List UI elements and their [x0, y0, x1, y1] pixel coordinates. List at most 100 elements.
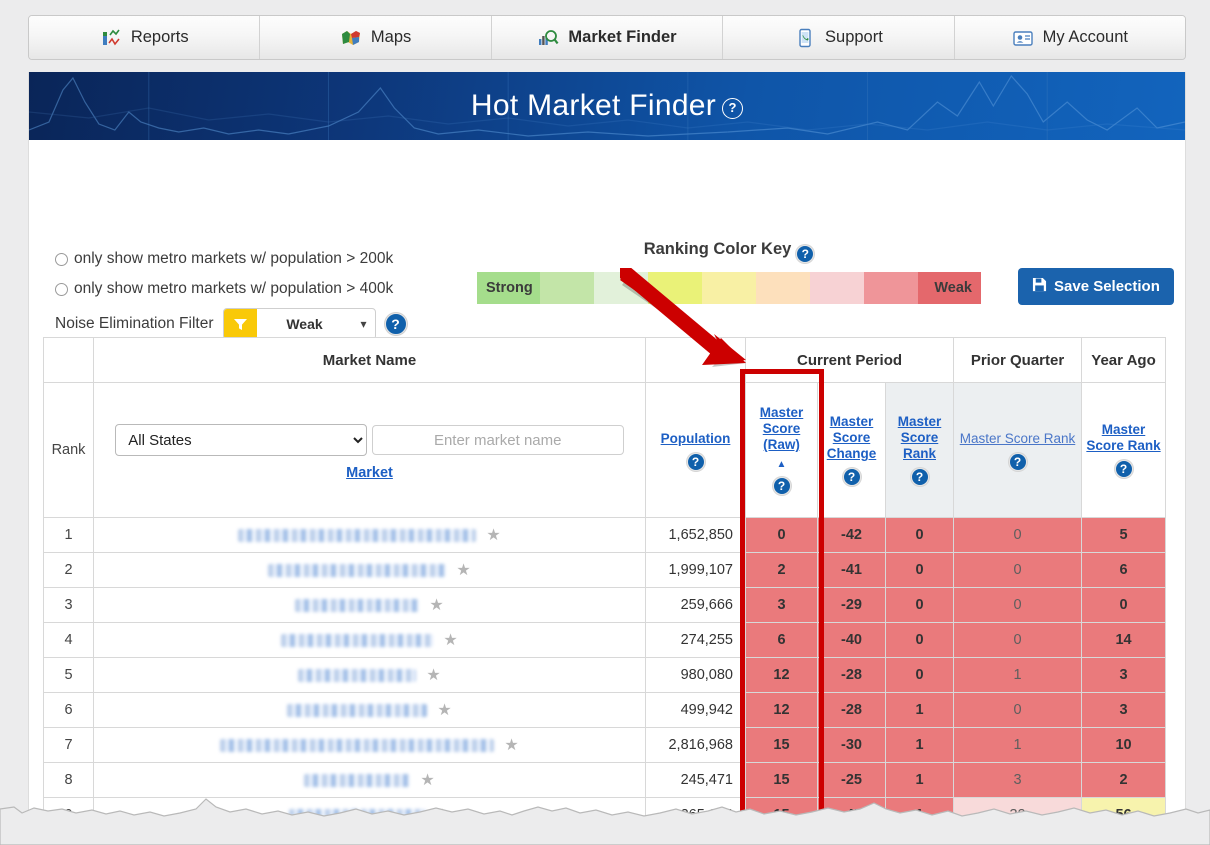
- redacted-market-name[interactable]: [298, 669, 417, 682]
- favorite-star-icon[interactable]: ★: [443, 632, 457, 649]
- markets-table: Market Name Current Period Prior Quarter…: [43, 337, 1167, 845]
- group-prior-quarter: Prior Quarter: [953, 337, 1083, 383]
- main-nav-tabs: Reports Maps Market Finder Support My Ac…: [28, 15, 1186, 60]
- favorite-star-icon[interactable]: ★: [504, 737, 518, 754]
- nav-tab-support[interactable]: Support: [723, 16, 955, 59]
- market-name-input[interactable]: [371, 425, 624, 455]
- filter-population-200k[interactable]: only show metro markets w/ population > …: [55, 250, 393, 268]
- table-row[interactable]: 8 ★ 245,471 15 -25 1 3 2: [43, 762, 1167, 798]
- favorite-star-icon[interactable]: ★: [486, 527, 500, 544]
- table-head: Market Name Current Period Prior Quarter…: [43, 337, 1167, 518]
- cell-master-score-change: -41: [817, 552, 886, 588]
- cell-master-score-raw: 2: [745, 552, 818, 588]
- banner-help-icon[interactable]: ?: [722, 98, 744, 119]
- noise-filter-select[interactable]: Weak ▾: [222, 308, 376, 340]
- master-score-rank-yearago-sort-link[interactable]: Master Score Rank: [1084, 422, 1163, 454]
- cell-market-name: ★: [93, 587, 646, 623]
- master-score-raw-help-icon[interactable]: ?: [772, 477, 791, 495]
- radio-400k[interactable]: [55, 282, 68, 296]
- cell-market-name: ★: [93, 832, 646, 845]
- cell-master-score-rank-current: 0: [884, 552, 955, 588]
- cell-master-score-rank-current: 0: [884, 587, 955, 623]
- table-row[interactable]: 1 ★ 1,652,850 0 -42 0 0 5: [43, 517, 1167, 553]
- nav-tab-market-finder[interactable]: Market Finder: [491, 16, 724, 59]
- app-window: Reports Maps Market Finder Support My Ac…: [0, 0, 1210, 845]
- cell-master-score-rank-current: 1: [884, 797, 955, 833]
- favorite-star-icon[interactable]: ★: [420, 772, 434, 789]
- table-row[interactable]: 7 ★ 2,816,968 15 -30 1 1 10: [43, 727, 1167, 763]
- cell-rank: 9: [43, 797, 94, 833]
- cell-master-score-raw: 12: [745, 692, 818, 728]
- chevron-down-icon[interactable]: ▾: [353, 317, 375, 331]
- master-score-change-sort-link[interactable]: Master Score Change: [820, 414, 883, 462]
- table-row[interactable]: 9 ★ 265,024 15 -45 1 32 56: [43, 797, 1167, 833]
- redacted-market-name[interactable]: [281, 634, 434, 647]
- table-row[interactable]: 5 ★ 980,080 12 -28 0 1 3: [43, 657, 1167, 693]
- population-help-icon[interactable]: ?: [686, 452, 705, 471]
- redacted-market-name[interactable]: [220, 739, 495, 752]
- table-row[interactable]: 2 ★ 1,999,107 2 -41 0 0 6: [43, 552, 1167, 588]
- master-score-rank-prior-sort-link[interactable]: Master Score Rank: [960, 431, 1076, 447]
- market-link[interactable]: Market: [94, 465, 645, 481]
- cell-population: 259,666: [645, 587, 746, 623]
- table-body: 1 ★ 1,652,850 0 -42 0 0 5 2 ★ 1,999,107 2 -41 0 0 6 3 ★ 25…: [43, 517, 1167, 845]
- favorite-star-icon[interactable]: ★: [456, 562, 470, 579]
- cell-market-name: ★: [93, 727, 646, 763]
- favorite-star-icon[interactable]: ★: [437, 702, 451, 719]
- color-key-help-icon[interactable]: ?: [796, 245, 815, 263]
- cell-market-name: ★: [93, 622, 646, 658]
- redacted-market-name[interactable]: [295, 599, 420, 612]
- cell-rank: 1: [43, 517, 94, 553]
- master-score-raw-sort-link[interactable]: Master Score (Raw): [748, 405, 815, 453]
- nav-tab-maps[interactable]: Maps: [260, 16, 492, 59]
- us-map-icon: [340, 27, 362, 49]
- redacted-market-name[interactable]: [238, 529, 477, 542]
- master-score-rank-current-help-icon[interactable]: ?: [910, 468, 929, 486]
- cell-market-name: ★: [93, 517, 646, 553]
- favorite-star-icon[interactable]: ★: [426, 667, 440, 684]
- funnel-icon: [223, 309, 257, 339]
- color-key-swatch: Weak: [918, 272, 981, 304]
- nav-tab-reports[interactable]: Reports: [29, 16, 261, 59]
- group-blank-population: [645, 337, 746, 383]
- redacted-market-name[interactable]: [268, 564, 447, 577]
- master-score-rank-current-sort-link[interactable]: Master Score Rank: [888, 414, 951, 462]
- cell-market-name: ★: [93, 797, 646, 833]
- cell-master-score-raw: 3: [745, 587, 818, 623]
- page-card: Hot Market Finder? only show metro marke…: [28, 72, 1186, 845]
- cell-master-score-change: -30: [817, 727, 886, 763]
- cell-master-score-rank-prior: 0: [953, 692, 1083, 728]
- save-selection-button[interactable]: Save Selection: [1018, 268, 1174, 305]
- col-master-score-change: Master Score Change ?: [817, 382, 886, 518]
- population-sort-link[interactable]: Population: [661, 431, 731, 447]
- noise-filter-help-icon[interactable]: ?: [384, 313, 407, 335]
- master-score-rank-prior-help-icon[interactable]: ?: [1008, 452, 1027, 471]
- col-master-score-rank-current: Master Score Rank ?: [884, 382, 955, 518]
- table-row[interactable]: 6 ★ 499,942 12 -28 1 0 3: [43, 692, 1167, 728]
- state-select[interactable]: All States: [115, 424, 368, 456]
- favorite-star-icon[interactable]: ★: [435, 807, 449, 824]
- redacted-market-name[interactable]: [289, 809, 426, 822]
- cell-master-score-change: -25: [817, 762, 886, 798]
- master-score-change-help-icon[interactable]: ?: [842, 468, 861, 486]
- favorite-star-icon[interactable]: ★: [429, 597, 443, 614]
- col-master-score-rank-yearago: Master Score Rank ?: [1081, 382, 1167, 518]
- radio-200k[interactable]: [55, 252, 68, 266]
- color-key-swatch: [702, 272, 756, 304]
- ranking-color-key: Ranking Color Key? Strong Weak: [469, 240, 989, 304]
- table-row[interactable]: 4 ★ 274,255 6 -40 0 0 14: [43, 622, 1167, 658]
- group-year-ago: Year Ago: [1081, 337, 1167, 383]
- redacted-market-name[interactable]: [304, 774, 411, 787]
- redacted-market-name[interactable]: [287, 704, 428, 717]
- col-population: Population ?: [645, 382, 746, 518]
- cell-master-score-rank-yearago: 5: [1081, 517, 1167, 553]
- table-row[interactable]: 3 ★ 259,666 3 -29 0 0 0: [43, 587, 1167, 623]
- master-score-rank-yearago-help-icon[interactable]: ?: [1114, 460, 1133, 478]
- filter-population-400k[interactable]: only show metro markets w/ population > …: [55, 280, 393, 298]
- nav-tab-label: Maps: [370, 28, 412, 46]
- id-card-icon: [1012, 27, 1034, 49]
- sort-ascending-icon: ▲: [776, 459, 787, 470]
- nav-tab-my-account[interactable]: My Account: [954, 16, 1185, 59]
- table-row[interactable]: 10★139,41716-322117: [43, 832, 1167, 845]
- cell-rank: 6: [43, 692, 94, 728]
